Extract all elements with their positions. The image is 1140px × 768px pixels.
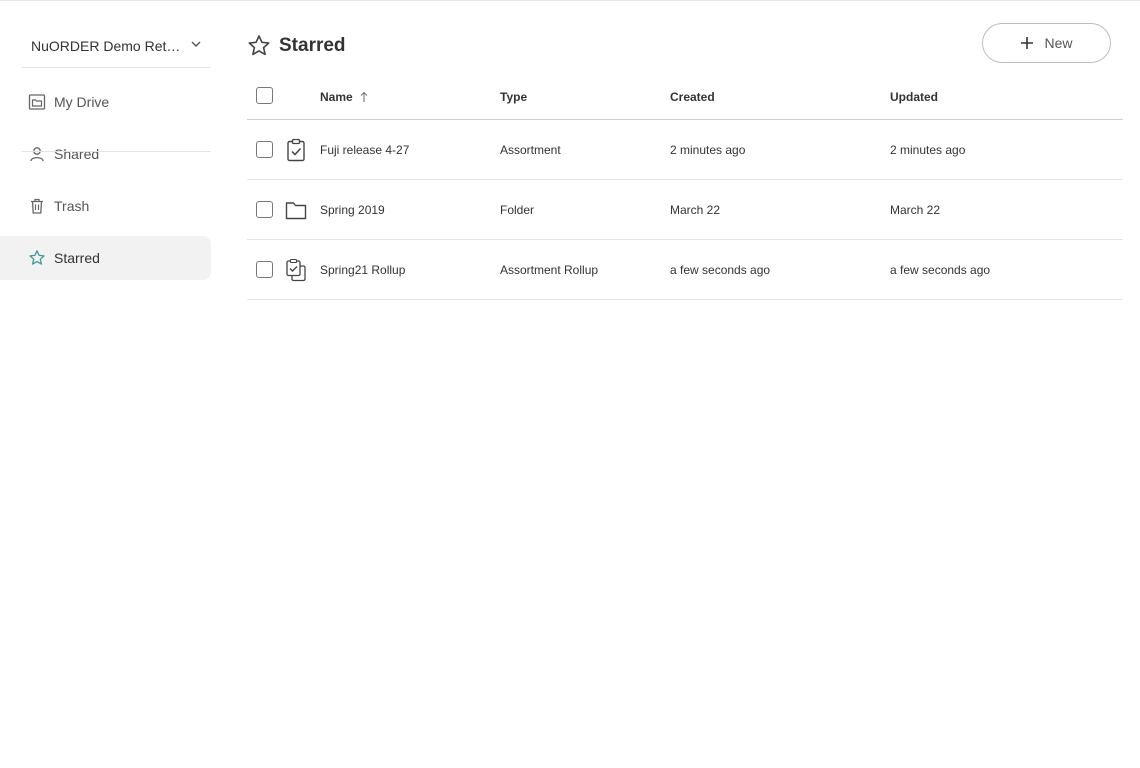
row-type: Folder [500, 203, 535, 217]
row-type: Assortment Rollup [500, 263, 599, 277]
plus-icon [1020, 36, 1034, 50]
column-header-created[interactable]: Created [670, 90, 715, 104]
clipboard-stack-icon [286, 258, 306, 282]
clipboard-check-icon [287, 138, 305, 162]
new-button-label: New [1044, 35, 1073, 51]
row-name[interactable]: Spring 2019 [320, 203, 385, 217]
chevron-down-icon [191, 41, 201, 47]
sidebar-item-shared[interactable]: Shared [0, 132, 212, 176]
sidebar-item-label: Shared [54, 146, 100, 162]
trash-icon [28, 197, 46, 215]
row-name[interactable]: Fuji release 4-27 [320, 143, 409, 157]
row-name[interactable]: Spring21 Rollup [320, 263, 405, 277]
table-row[interactable]: Spring21 Rollup Assortment Rollup a few … [247, 240, 1123, 300]
sidebar: NuORDER Demo Retailer My Drive Shared Tr… [0, 0, 212, 768]
sidebar-item-label: Starred [54, 250, 100, 266]
file-table: Name Type Created Updated Fuji release 4… [247, 76, 1123, 300]
sidebar-item-starred[interactable]: Starred [0, 236, 211, 280]
column-header-type[interactable]: Type [500, 90, 527, 104]
column-header-updated[interactable]: Updated [890, 90, 938, 104]
sidebar-nav: My Drive Shared Trash Starred [0, 80, 212, 288]
row-type: Assortment [500, 143, 561, 157]
row-created: a few seconds ago [670, 263, 771, 277]
column-header-label: Name [320, 90, 353, 104]
sidebar-item-label: My Drive [54, 94, 110, 110]
table-row[interactable]: Fuji release 4-27 Assortment 2 minutes a… [247, 120, 1123, 180]
select-all-checkbox[interactable] [256, 87, 273, 104]
row-updated: a few seconds ago [890, 263, 991, 277]
org-selector[interactable]: NuORDER Demo Retailer [22, 24, 211, 68]
page-title: Starred [279, 35, 346, 56]
sidebar-item-my-drive[interactable]: My Drive [0, 80, 212, 124]
row-updated: 2 minutes ago [890, 143, 966, 157]
sort-ascending-icon [360, 91, 368, 102]
org-selector-label: NuORDER Demo Retailer [31, 37, 183, 54]
page-header: Starred [247, 31, 346, 61]
star-icon [248, 35, 270, 56]
row-checkbox[interactable] [256, 261, 273, 278]
person-icon [28, 145, 46, 163]
new-button[interactable]: New [982, 23, 1111, 63]
drive-folder-icon [28, 93, 46, 111]
table-row[interactable]: Spring 2019 Folder March 22 March 22 [247, 180, 1123, 240]
column-header-name[interactable]: Name [320, 90, 369, 104]
table-header: Name Type Created Updated [247, 76, 1123, 120]
row-checkbox[interactable] [256, 201, 273, 218]
sidebar-item-label: Trash [54, 198, 90, 214]
sidebar-item-trash[interactable]: Trash [0, 184, 212, 228]
row-updated: March 22 [890, 203, 941, 217]
row-checkbox[interactable] [256, 141, 273, 158]
row-created: 2 minutes ago [670, 143, 746, 157]
sidebar-divider [22, 151, 211, 152]
row-created: March 22 [670, 203, 721, 217]
folder-icon [285, 202, 307, 220]
star-icon [28, 249, 46, 267]
